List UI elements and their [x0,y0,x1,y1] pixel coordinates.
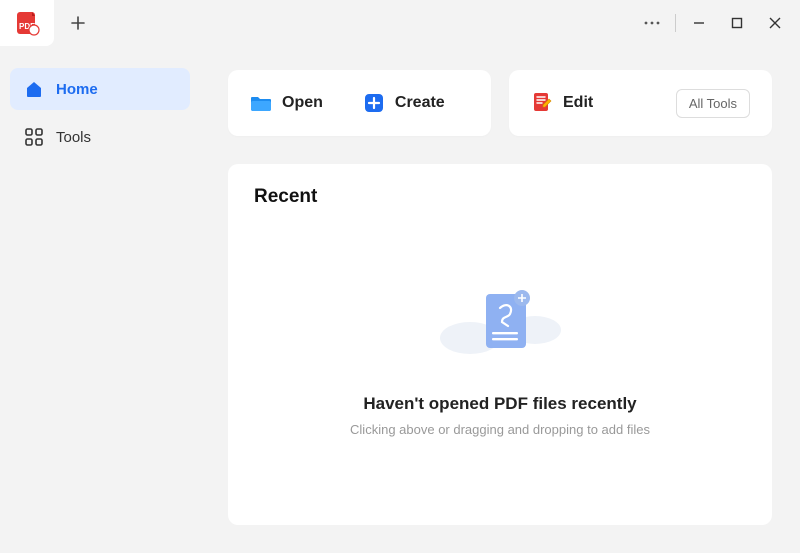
main: Open Create [200,46,800,553]
body: Home Tools [0,46,800,553]
all-tools-button[interactable]: All Tools [676,89,750,118]
recent-title: Recent [254,186,746,208]
action-card-edit-tools: Edit All Tools [509,70,772,136]
empty-heading: Haven't opened PDF files recently [363,394,636,414]
recent-panel: Recent Haven't opened PDF files recently [228,164,772,525]
plus-square-icon [363,92,385,114]
new-tab-button[interactable] [64,9,92,37]
title-bar-right [637,8,790,38]
create-button[interactable]: Create [363,92,445,114]
empty-illustration [420,280,580,370]
app-logo[interactable]: PDF [0,0,54,46]
action-row: Open Create [228,70,772,136]
empty-subtext: Clicking above or dragging and dropping … [350,422,650,437]
title-bar-left: PDF [0,0,92,46]
sidebar-item-label: Tools [56,129,91,146]
create-label: Create [395,94,445,112]
home-icon [24,79,44,99]
title-divider [675,14,676,32]
open-label: Open [282,94,323,112]
sidebar: Home Tools [0,46,200,553]
grid-icon [24,127,44,147]
action-card-open-create: Open Create [228,70,491,136]
open-button[interactable]: Open [250,92,323,114]
maximize-button[interactable] [722,8,752,38]
sidebar-item-home[interactable]: Home [10,68,190,110]
more-icon[interactable] [637,8,667,38]
title-bar: PDF [0,0,800,46]
minimize-button[interactable] [684,8,714,38]
sidebar-item-tools[interactable]: Tools [10,116,190,158]
edit-button[interactable]: Edit [531,92,593,114]
all-tools-label: All Tools [689,96,737,111]
folder-icon [250,92,272,114]
recent-empty-state[interactable]: Haven't opened PDF files recently Clicki… [254,218,746,499]
edit-doc-icon [531,92,553,114]
sidebar-item-label: Home [56,81,98,98]
edit-label: Edit [563,94,593,112]
close-button[interactable] [760,8,790,38]
